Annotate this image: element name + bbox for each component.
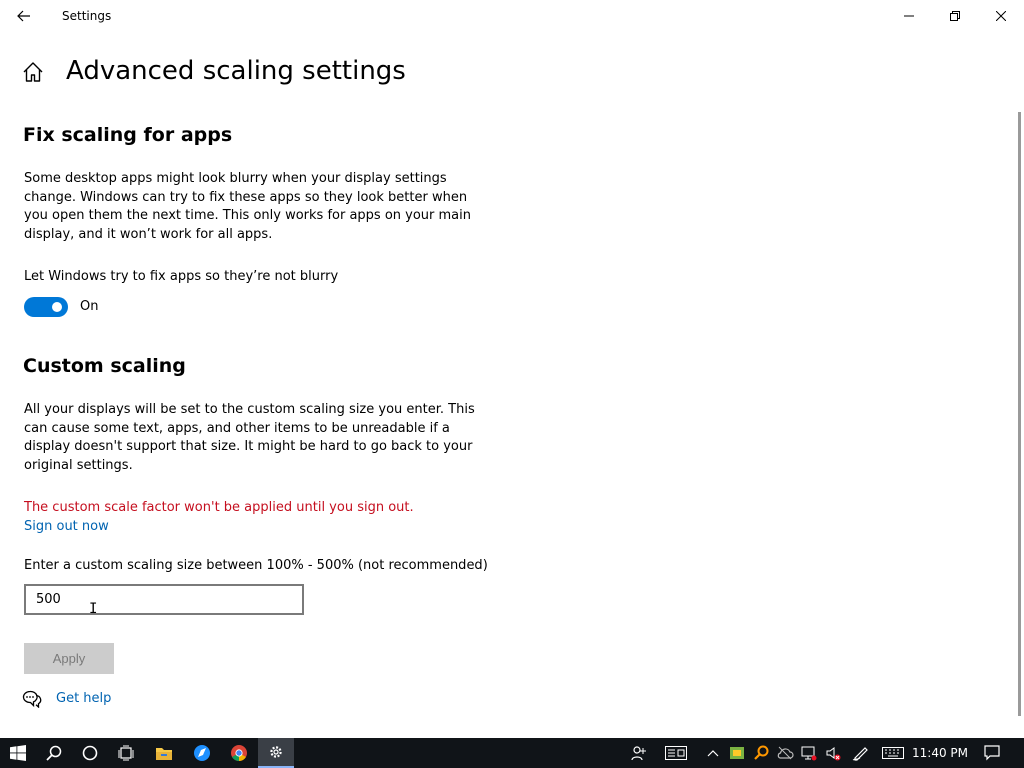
chrome-icon xyxy=(231,745,247,761)
close-button[interactable] xyxy=(978,0,1024,32)
sign-out-now-link[interactable]: Sign out now xyxy=(24,519,109,534)
restore-button[interactable] xyxy=(932,0,978,32)
volume-muted-icon xyxy=(826,747,841,761)
file-explorer-icon xyxy=(156,748,172,760)
app-title: Settings xyxy=(62,9,112,23)
toggle-knob xyxy=(52,302,62,312)
news-button[interactable] xyxy=(662,738,690,768)
fix-scaling-heading: Fix scaling for apps xyxy=(23,124,233,146)
fix-scaling-description: Some desktop apps might look blurry when… xyxy=(24,171,472,242)
page-title: Advanced scaling settings xyxy=(66,56,406,86)
fix-apps-toggle[interactable] xyxy=(24,297,68,317)
people-icon xyxy=(631,746,646,761)
news-icon xyxy=(665,746,687,760)
help-chat-icon[interactable] xyxy=(22,690,42,709)
browser-button[interactable] xyxy=(184,738,220,768)
back-arrow-icon xyxy=(17,10,30,22)
touch-keyboard-button[interactable] xyxy=(880,738,906,768)
browser-icon xyxy=(194,745,210,761)
toggle-state-text: On xyxy=(80,299,99,314)
back-button[interactable] xyxy=(6,0,42,32)
cloud-icon xyxy=(777,746,794,760)
sign-out-warning: The custom scale factor won't be applied… xyxy=(24,500,414,515)
cortana-icon xyxy=(82,745,98,761)
home-button[interactable] xyxy=(22,61,46,85)
get-help-link[interactable]: Get help xyxy=(56,691,111,706)
taskbar-clock[interactable]: 11:40 PM xyxy=(908,738,972,768)
start-button[interactable] xyxy=(0,738,36,768)
cloud-button[interactable] xyxy=(774,738,796,768)
fix-apps-toggle-label: Let Windows try to fix apps so they’re n… xyxy=(24,269,339,284)
pen-workspace-button[interactable] xyxy=(850,738,872,768)
app-tray-button[interactable] xyxy=(726,738,748,768)
taskbar-search-button[interactable] xyxy=(36,738,72,768)
minimize-button[interactable] xyxy=(886,0,932,32)
network-icon xyxy=(801,746,817,761)
custom-scale-input[interactable] xyxy=(24,584,304,615)
start-icon xyxy=(10,745,26,761)
network-button[interactable] xyxy=(798,738,820,768)
search-icon xyxy=(46,745,62,761)
settings-taskbar-button[interactable] xyxy=(258,738,294,768)
custom-scaling-heading: Custom scaling xyxy=(23,355,186,377)
app-tray-icon xyxy=(730,747,744,759)
chevron-up-icon xyxy=(707,750,719,757)
home-icon xyxy=(23,62,43,82)
volume-button[interactable] xyxy=(822,738,844,768)
cortana-button[interactable] xyxy=(72,738,108,768)
custom-scaling-description: All your displays will be set to the cus… xyxy=(24,402,475,473)
show-hidden-icons-button[interactable] xyxy=(702,738,724,768)
chrome-button[interactable] xyxy=(221,738,257,768)
restore-icon xyxy=(950,11,960,21)
search-tray-button[interactable] xyxy=(750,738,772,768)
minimize-icon xyxy=(904,15,914,17)
action-center-button[interactable] xyxy=(980,738,1004,768)
custom-scale-input-label: Enter a custom scaling size between 100%… xyxy=(24,558,488,573)
task-view-icon xyxy=(118,745,134,761)
notification-icon xyxy=(984,745,1000,761)
task-view-button[interactable] xyxy=(108,738,144,768)
keyboard-icon xyxy=(882,747,904,759)
search-tray-icon xyxy=(754,745,769,760)
apply-button[interactable]: Apply xyxy=(24,643,114,674)
file-explorer-button[interactable] xyxy=(146,738,182,768)
close-icon xyxy=(996,11,1006,21)
people-button[interactable] xyxy=(628,738,650,768)
title-bar: Settings xyxy=(0,0,1024,32)
settings-icon xyxy=(270,746,282,758)
taskbar: 11:40 PM xyxy=(0,738,1024,768)
scrollbar[interactable] xyxy=(1018,112,1021,716)
pen-icon xyxy=(852,747,868,761)
